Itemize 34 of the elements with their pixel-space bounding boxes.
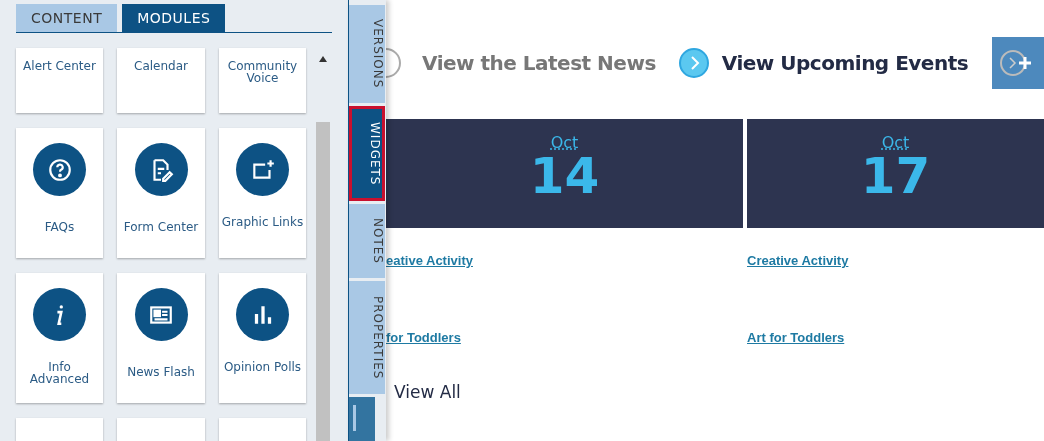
event-month: Oct [881, 135, 910, 151]
event-link[interactable]: Creative Activity [747, 253, 1044, 305]
module-tile[interactable]: News Flash [117, 273, 205, 403]
event-month: Oct [550, 135, 579, 151]
panel-tab[interactable]: MODULES [122, 4, 226, 32]
module-tile[interactable]: Info Advanced [16, 273, 103, 403]
view-link[interactable]: View the Latest News [422, 50, 656, 75]
scrollbar-thumb[interactable] [316, 122, 330, 441]
panel-toggle-button[interactable] [349, 396, 375, 441]
panel-tab[interactable]: CONTENT [16, 4, 118, 32]
view-link[interactable]: View Upcoming Events [721, 50, 969, 75]
info-icon [55, 304, 64, 325]
chevron-circle-icon [677, 46, 710, 79]
event-day: 14 [529, 151, 600, 201]
scroll-up-icon[interactable] [319, 56, 327, 62]
module-tile[interactable]: FAQs [16, 128, 103, 258]
module-tile[interactable]: Alert Center [16, 48, 103, 113]
question-icon [46, 156, 73, 183]
side-tab[interactable]: VERSIONS [349, 5, 385, 104]
side-tab[interactable]: NOTES [349, 204, 385, 279]
module-tile[interactable]: Calendar [117, 48, 205, 113]
event-link[interactable]: eative Activity [386, 253, 743, 305]
module-tile[interactable]: Community Voice [219, 48, 306, 113]
add-button[interactable] [992, 36, 1044, 89]
module-tile[interactable]: Opinion Polls [219, 273, 306, 403]
event-link[interactable]: Art for Toddlers [747, 330, 1044, 382]
module-tile[interactable]: Form Center [117, 128, 205, 258]
side-tab[interactable]: WIDGETS [349, 106, 385, 202]
bar-icon [353, 404, 357, 431]
side-tab[interactable]: PROPERTIES [349, 281, 385, 394]
event-link[interactable]: for Toddlers [386, 330, 743, 382]
module-tile[interactable]: Graphic Links [219, 128, 306, 258]
view-all-link[interactable]: View All [394, 382, 1044, 402]
event-day: 17 [860, 151, 931, 201]
